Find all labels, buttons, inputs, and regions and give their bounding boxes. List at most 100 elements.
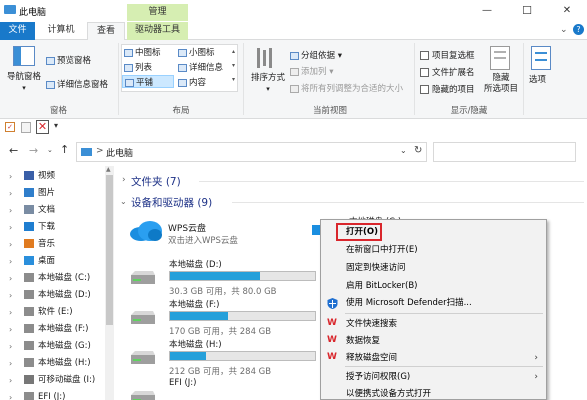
menu-item[interactable]: W 文件快速搜索 <box>321 315 546 333</box>
menu-item[interactable]: 使用 Microsoft Defender扫描... <box>321 294 546 312</box>
nav-expand-icon[interactable]: › <box>9 389 12 400</box>
layout-list[interactable]: 列表 <box>124 61 152 73</box>
menu-item[interactable]: 以便携式设备方式打开 <box>321 385 546 400</box>
nav-expand-icon[interactable]: › <box>9 236 12 253</box>
menu-item[interactable]: 启用 BitLocker(B) <box>321 277 546 295</box>
wps-cloud-item[interactable]: WPS云盘 双击进入WPS云盘 <box>129 218 319 258</box>
search-input[interactable] <box>433 142 576 162</box>
group-by-button[interactable]: 分组依据 ▾ <box>290 49 342 61</box>
menu-item[interactable]: W 释放磁盘空间 › <box>321 349 546 367</box>
folders-expand-icon[interactable]: › <box>122 175 126 185</box>
refresh-icon[interactable]: ↻ <box>414 145 422 156</box>
nav-expand-icon[interactable]: › <box>9 372 12 389</box>
nav-item[interactable]: EFI (J:) <box>24 389 65 400</box>
tab-view[interactable]: 查看 <box>87 22 125 40</box>
sort-by-button[interactable]: 排序方式 ▾ <box>249 73 287 95</box>
nav-expand-icon[interactable]: › <box>9 338 12 355</box>
open-highlight-box <box>336 223 382 241</box>
nav-expand-icon[interactable]: › <box>9 321 12 338</box>
nav-item[interactable]: 视频 <box>24 168 55 185</box>
nav-item[interactable]: 本地磁盘 (H:) <box>24 355 91 372</box>
menu-item[interactable]: 授予访问权限(G) › <box>321 368 546 386</box>
nav-item[interactable]: 本地磁盘 (G:) <box>24 338 91 355</box>
nav-expand-icon[interactable]: › <box>9 355 12 372</box>
breadcrumb-separator[interactable]: > <box>96 146 104 156</box>
drive-item[interactable]: 本地磁盘 (F:) 170 GB 可用，共 284 GB <box>129 298 319 338</box>
maximize-button[interactable]: ☐ <box>507 0 547 22</box>
menu-item[interactable]: 在新窗口中打开(E) <box>321 241 546 259</box>
breadcrumb-this-pc[interactable]: 此电脑 <box>106 146 133 159</box>
hidden-items-toggle[interactable]: 隐藏的项目 <box>420 83 475 95</box>
options-button[interactable]: 选项 <box>529 73 546 85</box>
add-columns-button[interactable]: 添加列 ▾ <box>290 65 333 77</box>
nav-item[interactable]: 软件 (E:) <box>24 304 73 321</box>
drive-item[interactable]: 本地磁盘 (D:) 30.3 GB 可用，共 80.0 GB <box>129 258 319 298</box>
layout-scroll-icon[interactable]: ▴ ▾ ▾ <box>232 45 235 87</box>
minimize-button[interactable]: — <box>467 0 507 22</box>
nav-item[interactable]: 本地磁盘 (C:) <box>24 270 90 287</box>
nav-item[interactable]: 本地磁盘 (F:) <box>24 321 88 338</box>
menu-item[interactable]: W 数据恢复 <box>321 332 546 350</box>
nav-expand-icon[interactable]: › <box>9 185 12 202</box>
manage-context-tab[interactable]: 管理 <box>127 4 188 21</box>
file-extensions-toggle[interactable]: 文件扩展名 <box>420 66 475 78</box>
layout-small-icons[interactable]: 小图标 <box>178 46 215 58</box>
devices-section-header[interactable]: 设备和驱动器 (9) <box>131 195 212 210</box>
nav-pane-button[interactable]: 导航窗格 ▾ <box>4 72 44 94</box>
nav-expand-icon[interactable]: › <box>9 270 12 287</box>
nav-item[interactable]: 可移动磁盘 (I:) <box>24 372 95 389</box>
collapse-ribbon-icon[interactable]: ⌄ <box>560 25 568 35</box>
drive-item[interactable]: EFI (J:) <box>129 378 319 400</box>
drive-item[interactable]: 本地磁盘 (H:) 212 GB 可用，共 284 GB <box>129 338 319 378</box>
tab-file[interactable]: 文件 <box>0 22 35 40</box>
menu-item-label: 以便携式设备方式打开 <box>346 389 432 399</box>
delete-icon[interactable]: ✕ <box>36 120 49 134</box>
customize-qat-icon[interactable]: ▾ <box>54 121 58 130</box>
layout-tiles[interactable]: 平铺 <box>122 75 174 88</box>
nav-item[interactable]: 图片 <box>24 185 55 202</box>
properties-icon[interactable]: ✓ <box>5 122 15 132</box>
scroll-up-icon[interactable]: ▲ <box>106 166 111 173</box>
hide-selected-button[interactable]: 隐藏 所选项目 <box>483 73 519 95</box>
new-folder-icon[interactable] <box>21 122 31 133</box>
layout-content[interactable]: 内容 <box>178 76 206 88</box>
forward-icon[interactable]: → <box>29 144 38 157</box>
nav-scrollbar-thumb[interactable] <box>106 175 113 325</box>
fit-columns-label: 将所有列调整为合适的大小 <box>301 84 404 94</box>
back-icon[interactable]: ← <box>9 144 18 157</box>
up-icon[interactable]: ↑ <box>60 143 69 156</box>
fit-columns-button[interactable]: 将所有列调整为合适的大小 <box>290 82 403 94</box>
nav-pane-icon <box>13 46 35 66</box>
hard-drive-icon <box>131 271 155 284</box>
nav-item[interactable]: 下载 <box>24 219 55 236</box>
nav-expand-icon[interactable]: › <box>9 219 12 236</box>
preview-pane-button[interactable]: 预览窗格 <box>46 54 91 66</box>
menu-item[interactable]: 固定到快速访问 <box>321 259 546 277</box>
nav-item-label: 可移动磁盘 (I:) <box>38 375 96 385</box>
folders-section-header[interactable]: 文件夹 (7) <box>131 174 181 189</box>
item-checkboxes-toggle[interactable]: 项目复选框 <box>420 49 475 61</box>
layout-medium-icons[interactable]: 中图标 <box>124 46 161 58</box>
drive-usage-bar <box>169 351 316 361</box>
address-dropdown-icon[interactable]: ⌄ <box>400 146 407 155</box>
nav-item-label: 图片 <box>38 188 56 198</box>
hard-drive-icon <box>131 391 155 400</box>
recent-locations-icon[interactable]: ⌄ <box>47 146 53 154</box>
nav-expand-icon[interactable]: › <box>9 287 12 304</box>
devices-collapse-icon[interactable]: ⌄ <box>120 197 127 206</box>
address-bar[interactable]: > 此电脑 ⌄ ↻ <box>76 142 427 162</box>
nav-expand-icon[interactable]: › <box>9 253 12 270</box>
nav-item[interactable]: 本地磁盘 (D:) <box>24 287 91 304</box>
layout-details[interactable]: 详细信息 <box>178 61 223 73</box>
details-pane-button[interactable]: 详细信息窗格 <box>46 78 108 90</box>
tab-drive-tools[interactable]: 驱动器工具 <box>127 22 188 40</box>
close-button[interactable]: ✕ <box>547 0 587 22</box>
nav-expand-icon[interactable]: › <box>9 168 12 185</box>
nav-item[interactable]: 文档 <box>24 202 55 219</box>
nav-item[interactable]: 音乐 <box>24 236 55 253</box>
tab-computer[interactable]: 计算机 <box>40 22 82 40</box>
nav-expand-icon[interactable]: › <box>9 304 12 321</box>
help-icon[interactable]: ? <box>573 24 584 35</box>
nav-expand-icon[interactable]: › <box>9 202 12 219</box>
nav-item[interactable]: 桌面 <box>24 253 55 270</box>
